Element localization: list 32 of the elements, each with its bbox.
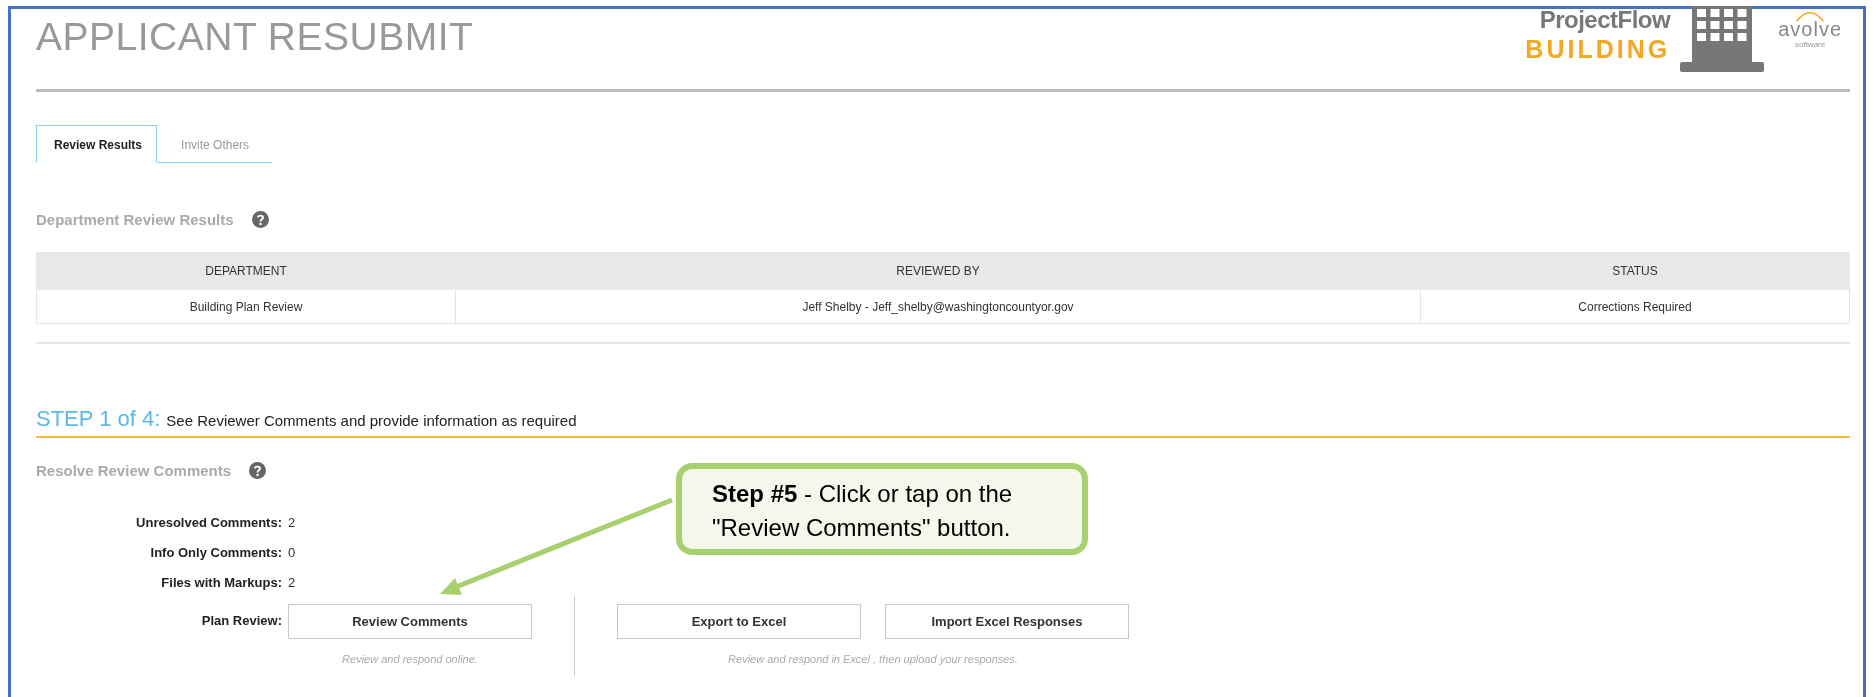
action-button[interactable]: Review Comments — [288, 604, 532, 639]
tab[interactable]: Review Results — [36, 125, 158, 163]
column-header: REVIEWED BY — [455, 252, 1421, 290]
action-button[interactable]: Export to Excel — [617, 604, 861, 639]
stat-value: 2 — [288, 514, 296, 532]
page-title: APPLICANT RESUBMIT — [36, 15, 474, 59]
hint-text: Review and respond in Excel , then upload your responses. — [728, 653, 1018, 665]
logo-product-name: ProjectFlow — [1538, 6, 1671, 34]
action-button[interactable]: Import Excel Responses — [885, 604, 1129, 639]
stat-label: Unresolved Comments: — [135, 514, 282, 532]
column-header: DEPARTMENT — [36, 252, 456, 290]
step-label: STEP 1 of 4: — [36, 406, 161, 431]
column-header: STATUS — [1420, 252, 1850, 290]
table-cell: Building Plan Review — [36, 289, 456, 324]
plan-review-label: Plan Review: — [200, 612, 282, 630]
stat-value: 2 — [288, 574, 296, 592]
stat-value: 0 — [288, 544, 296, 562]
step-description: See Reviewer Comments and provide information as required — [166, 412, 577, 429]
stat-label: Info Only Comments: — [149, 544, 282, 562]
brand-tagline: software — [1794, 40, 1826, 49]
stat-label: Files with Markups: — [160, 574, 282, 592]
logo-subtitle: BUILDING — [1525, 34, 1671, 64]
section-heading: Resolve Review Comments — [36, 462, 232, 479]
section-heading: Department Review Results — [36, 211, 234, 228]
hint-text: Review and respond online. — [342, 653, 478, 665]
help-icon[interactable] — [251, 211, 269, 228]
brand-name: avolve — [1778, 18, 1842, 40]
table-cell: Jeff Shelby - Jeff_shelby@washingtoncountyor.gov — [455, 289, 1421, 324]
table-cell: Corrections Required — [1420, 289, 1850, 324]
callout-note: Step #5 - Click or tap on the "Review Comments" button. — [676, 463, 1088, 555]
help-icon[interactable] — [249, 462, 267, 479]
building-icon — [1680, 6, 1765, 72]
